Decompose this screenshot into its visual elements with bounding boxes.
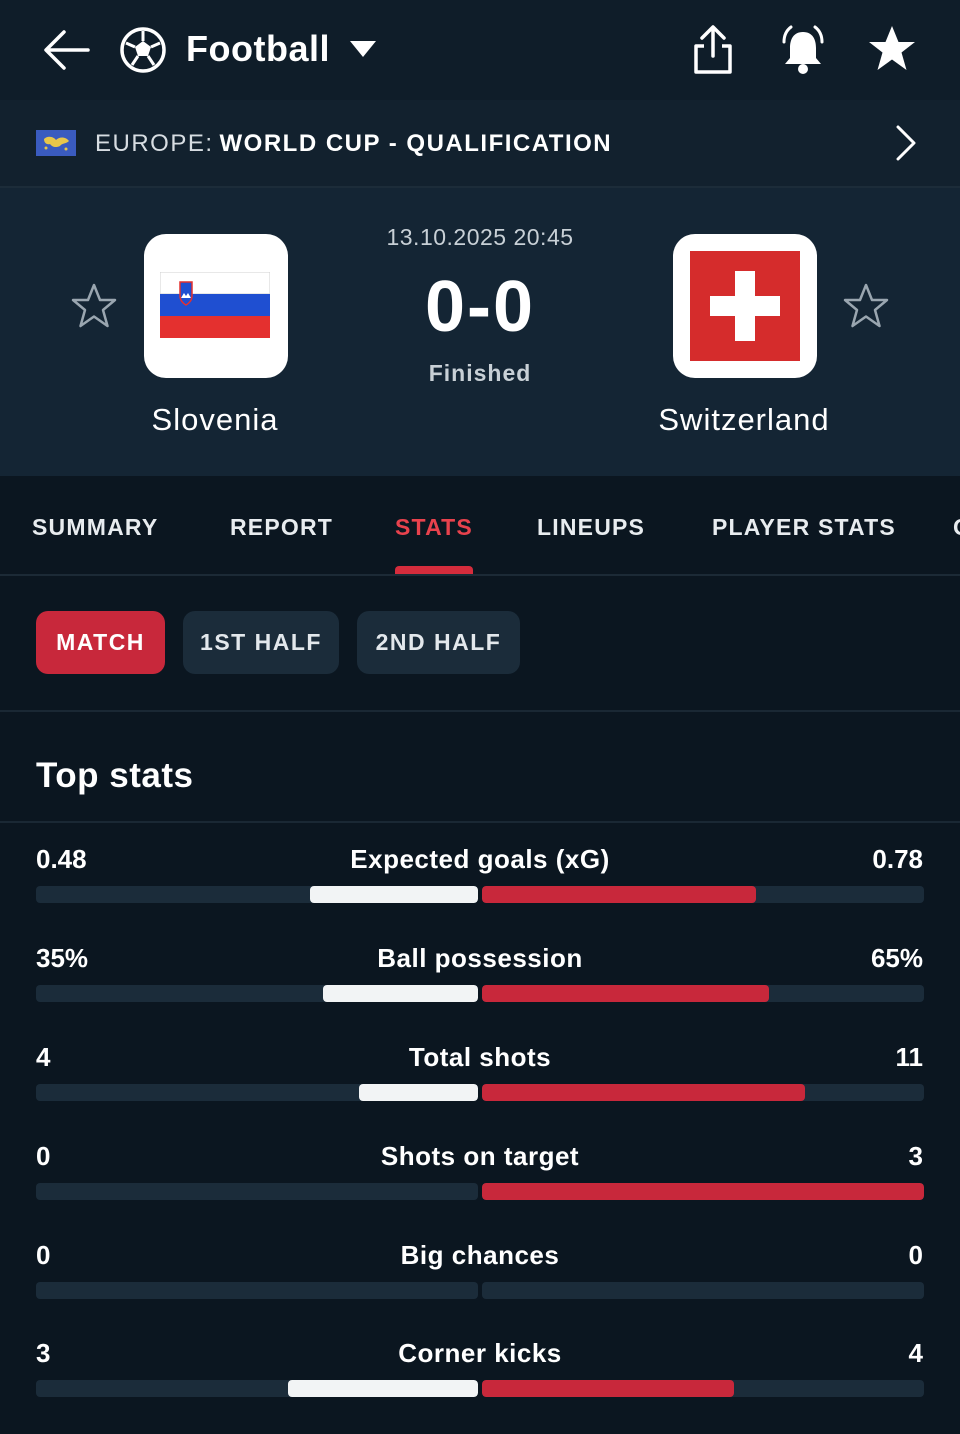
stat-away-bar: [482, 985, 770, 1002]
tab-bar: SUMMARY REPORT STATS LINEUPS PLAYER STAT…: [0, 476, 960, 576]
stat-away-bar-track: [482, 1380, 924, 1397]
europe-flag-icon: [36, 130, 76, 156]
stat-home-value: 4: [36, 1042, 51, 1072]
stat-home-bar: [310, 886, 478, 903]
stat-away-bar-track: [482, 1084, 924, 1101]
stat-row: 0 Big chances 0: [0, 1218, 960, 1299]
stat-home-value: 3: [36, 1338, 51, 1368]
stat-home-value: 0.48: [36, 844, 87, 874]
stat-home-bar-track: [36, 1183, 478, 1200]
match-datetime: 13.10.2025 20:45: [386, 224, 574, 250]
stat-away-bar-track: [482, 886, 924, 903]
period-match-button[interactable]: MATCH: [36, 611, 165, 674]
stat-away-value: 4: [908, 1338, 923, 1368]
away-team-name[interactable]: Switzerland: [614, 402, 874, 438]
tab-overflow[interactable]: O: [953, 514, 960, 541]
stat-home-bar-track: [36, 886, 478, 903]
stat-label: Shots on target: [380, 1141, 580, 1171]
stat-home-bar-track: [36, 985, 478, 1002]
stat-away-bar-track: [482, 985, 924, 1002]
soccer-ball-icon: [120, 27, 166, 73]
competition-label: EUROPE: WORLD CUP - QUALIFICATION: [95, 130, 612, 158]
tab-lineups[interactable]: LINEUPS: [537, 514, 645, 541]
stat-away-value: 65%: [870, 943, 923, 973]
stat-home-bar: [287, 1380, 478, 1397]
switzerland-flag-icon: [690, 251, 800, 361]
chevron-right-icon: [896, 125, 916, 161]
stat-away-value: 0: [908, 1240, 923, 1270]
dropdown-caret-icon[interactable]: [348, 38, 378, 60]
tab-player-stats[interactable]: PLAYER STATS: [712, 514, 896, 541]
home-team-name[interactable]: Slovenia: [85, 402, 345, 438]
stat-label: Big chances: [400, 1240, 560, 1270]
stat-away-bar-track: [482, 1282, 924, 1299]
stat-away-bar-track: [482, 1183, 924, 1200]
stat-label: Corner kicks: [398, 1338, 562, 1368]
match-score: 0-0: [424, 267, 536, 347]
stat-home-value: 0: [36, 1141, 51, 1171]
away-team-logo[interactable]: [673, 234, 817, 378]
tab-stats[interactable]: STATS: [395, 514, 473, 541]
stat-home-bar: [358, 1084, 478, 1101]
competition-row[interactable]: EUROPE: WORLD CUP - QUALIFICATION: [0, 100, 960, 188]
stat-label: Total shots: [408, 1042, 552, 1072]
stat-away-bar: [482, 1084, 805, 1101]
top-bar: Football: [0, 0, 960, 100]
tab-report[interactable]: REPORT: [230, 514, 333, 541]
stat-row: 3 Corner kicks 4: [0, 1316, 960, 1397]
match-header: Slovenia 13.10.2025 20:45 0-0 Finished S…: [0, 188, 960, 476]
stat-row: 0 Shots on target 3: [0, 1119, 960, 1200]
stat-home-bar-track: [36, 1282, 478, 1299]
home-team-favorite-star-icon[interactable]: [70, 282, 118, 330]
match-status: Finished: [428, 360, 532, 386]
period-filters: MATCH 1ST HALF 2ND HALF: [0, 578, 960, 712]
competition-name: WORLD CUP - QUALIFICATION: [219, 130, 613, 157]
home-team-logo[interactable]: [144, 234, 288, 378]
back-arrow-icon[interactable]: [40, 26, 94, 74]
stat-away-value: 11: [895, 1042, 924, 1072]
stat-away-value: 0.78: [872, 844, 923, 874]
stat-row: 35% Ball possession 65%: [0, 921, 960, 1002]
favorite-star-icon[interactable]: [866, 24, 918, 74]
bell-icon[interactable]: [778, 24, 828, 76]
stat-home-bar-track: [36, 1084, 478, 1101]
active-tab-indicator: [395, 566, 473, 574]
period-first-half-button[interactable]: 1ST HALF: [183, 611, 339, 674]
stat-home-bar: [323, 985, 478, 1002]
slovenia-flag-icon: [160, 272, 270, 338]
tab-summary[interactable]: SUMMARY: [32, 514, 158, 541]
stat-away-bar: [482, 1183, 924, 1200]
stat-home-bar-track: [36, 1380, 478, 1397]
sport-title[interactable]: Football: [186, 28, 330, 70]
period-second-half-button[interactable]: 2ND HALF: [357, 611, 520, 674]
stat-away-value: 3: [908, 1141, 923, 1171]
stat-away-bar: [482, 1380, 734, 1397]
stat-home-value: 35%: [36, 943, 89, 973]
away-team-favorite-star-icon[interactable]: [842, 282, 890, 330]
stat-home-value: 0: [36, 1240, 51, 1270]
stat-row: 4 Total shots 11: [0, 1020, 960, 1101]
stat-away-bar: [482, 886, 757, 903]
share-icon[interactable]: [690, 24, 736, 76]
stat-row: 0.48 Expected goals (xG) 0.78: [0, 822, 960, 903]
competition-region: EUROPE:: [95, 130, 214, 157]
section-title: Top stats: [36, 756, 194, 795]
stat-label: Ball possession: [377, 943, 583, 973]
stat-label: Expected goals (xG): [350, 844, 610, 874]
